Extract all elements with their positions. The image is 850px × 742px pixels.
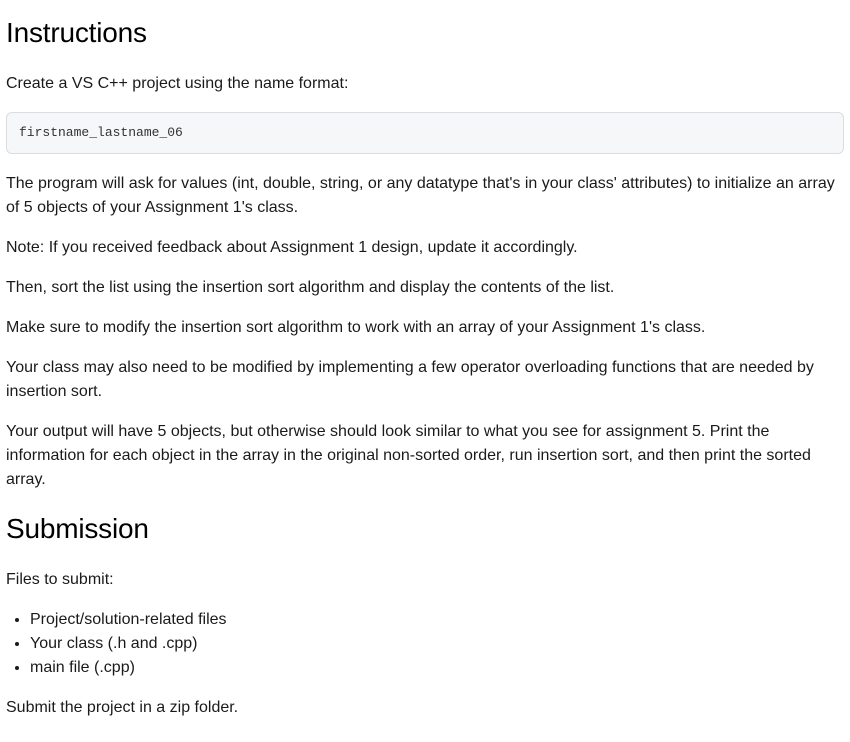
para-operator-overloading: Your class may also need to be modified … [6, 356, 844, 404]
list-item: Project/solution-related files [30, 608, 844, 632]
list-item: main file (.cpp) [30, 656, 844, 680]
para-note-feedback: Note: If you received feedback about Ass… [6, 236, 844, 260]
code-project-name: firstname_lastname_06 [6, 112, 844, 154]
para-modify-sort: Make sure to modify the insertion sort a… [6, 316, 844, 340]
para-program-description: The program will ask for values (int, do… [6, 172, 844, 220]
heading-instructions: Instructions [6, 12, 844, 54]
heading-submission: Submission [6, 508, 844, 550]
para-files-to-submit: Files to submit: [6, 568, 844, 592]
list-item: Your class (.h and .cpp) [30, 632, 844, 656]
submit-list: Project/solution-related files Your clas… [30, 608, 844, 680]
para-submit-zip: Submit the project in a zip folder. [6, 696, 844, 720]
para-project-format: Create a VS C++ project using the name f… [6, 72, 844, 96]
para-sort-display: Then, sort the list using the insertion … [6, 276, 844, 300]
para-output-description: Your output will have 5 objects, but oth… [6, 420, 844, 492]
